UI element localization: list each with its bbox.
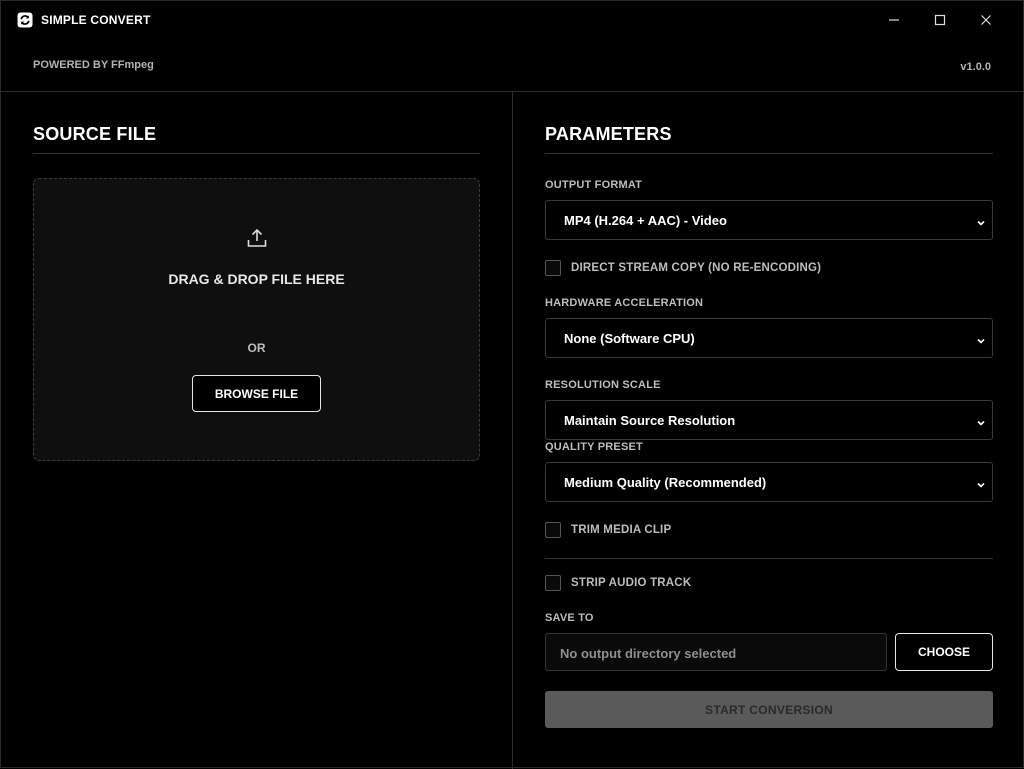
start-conversion-button[interactable]: START CONVERSION bbox=[545, 691, 993, 728]
choose-directory-button[interactable]: CHOOSE bbox=[895, 633, 993, 671]
output-directory-placeholder: No output directory selected bbox=[560, 646, 737, 661]
options-divider bbox=[545, 558, 993, 559]
chevron-down-icon bbox=[976, 478, 986, 493]
strip-audio-track-label: STRIP AUDIO TRACK bbox=[571, 577, 692, 589]
chevron-down-icon bbox=[976, 334, 986, 349]
close-button[interactable] bbox=[968, 5, 1004, 35]
app-window: SIMPLE CONVERT POWERED BY FFmpeg v1.0.0 … bbox=[0, 0, 1024, 769]
hardware-acceleration-value: None (Software CPU) bbox=[564, 331, 695, 346]
browse-file-button[interactable]: BROWSE FILE bbox=[192, 375, 321, 412]
source-file-title: SOURCE FILE bbox=[33, 124, 157, 144]
or-text: OR bbox=[247, 341, 266, 355]
upload-icon bbox=[246, 227, 268, 249]
resolution-scale-value: Maintain Source Resolution bbox=[564, 413, 736, 428]
maximize-button[interactable] bbox=[922, 5, 958, 35]
column-divider bbox=[512, 92, 513, 769]
quality-preset-value: Medium Quality (Recommended) bbox=[564, 475, 767, 490]
save-to-label: SAVE TO bbox=[545, 612, 594, 624]
quality-preset-label: QUALITY PRESET bbox=[545, 441, 643, 453]
quality-preset-select[interactable]: Medium Quality (Recommended) bbox=[545, 462, 993, 502]
trim-media-clip-label: TRIM MEDIA CLIP bbox=[571, 524, 672, 536]
parameters-title-rule bbox=[545, 153, 993, 154]
direct-stream-copy-checkbox[interactable] bbox=[545, 260, 561, 276]
close-icon bbox=[980, 14, 992, 26]
chevron-down-icon bbox=[976, 216, 986, 231]
version-text: v1.0.0 bbox=[960, 61, 991, 73]
output-format-label: OUTPUT FORMAT bbox=[545, 179, 643, 191]
trim-media-clip-checkbox[interactable] bbox=[545, 522, 561, 538]
drop-zone-text: DRAG & DROP FILE HERE bbox=[168, 271, 345, 287]
maximize-icon bbox=[934, 14, 946, 26]
title-bar[interactable]: SIMPLE CONVERT bbox=[1, 1, 1023, 39]
resolution-scale-select[interactable]: Maintain Source Resolution bbox=[545, 400, 993, 440]
parameters-title: PARAMETERS bbox=[545, 124, 672, 144]
powered-by-text: POWERED BY FFmpeg bbox=[33, 59, 154, 71]
output-directory-field[interactable]: No output directory selected bbox=[545, 633, 887, 671]
minimize-button[interactable] bbox=[876, 5, 912, 35]
output-format-value: MP4 (H.264 + AAC) - Video bbox=[564, 213, 727, 228]
hardware-acceleration-select[interactable]: None (Software CPU) bbox=[545, 318, 993, 358]
resolution-scale-label: RESOLUTION SCALE bbox=[545, 379, 661, 391]
chevron-down-icon bbox=[976, 416, 986, 431]
drop-zone[interactable]: DRAG & DROP FILE HERE OR BROWSE FILE bbox=[33, 178, 480, 461]
output-format-select[interactable]: MP4 (H.264 + AAC) - Video bbox=[545, 200, 993, 240]
minimize-icon bbox=[888, 14, 900, 26]
strip-audio-track-checkbox[interactable] bbox=[545, 575, 561, 591]
direct-stream-copy-label: DIRECT STREAM COPY (NO RE-ENCODING) bbox=[571, 262, 822, 274]
app-title: SIMPLE CONVERT bbox=[41, 13, 151, 27]
refresh-icon bbox=[17, 12, 33, 28]
source-title-rule bbox=[33, 153, 480, 154]
hardware-acceleration-label: HARDWARE ACCELERATION bbox=[545, 297, 704, 309]
